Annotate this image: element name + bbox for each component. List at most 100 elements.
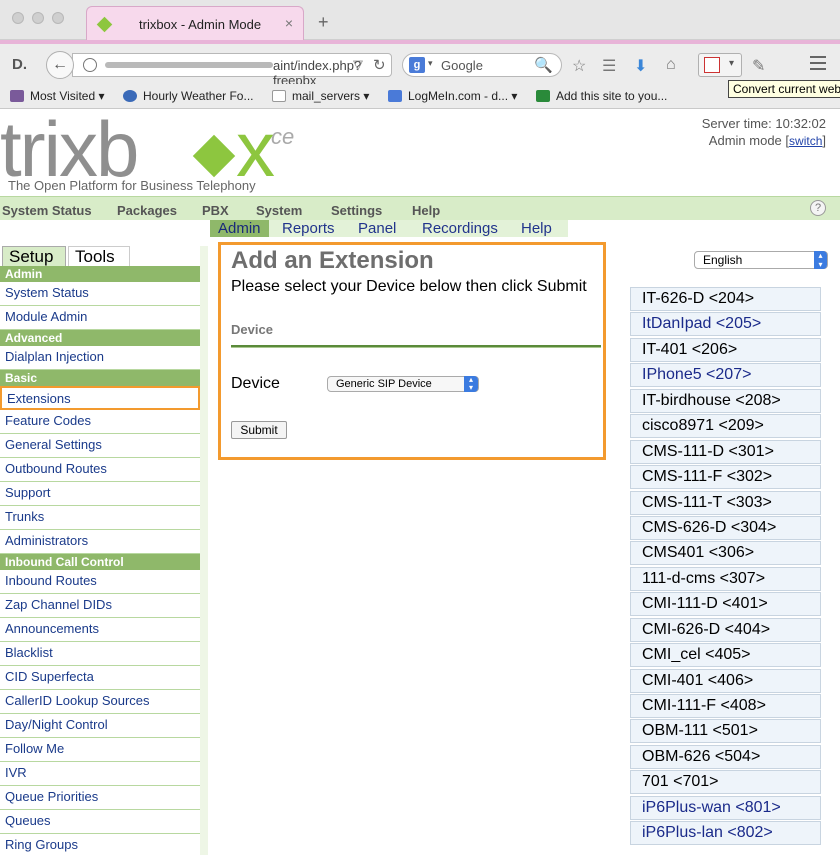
google-engine-icon[interactable]: g [409, 57, 425, 73]
trixbox-logo-x: x [236, 105, 275, 193]
nav-pbx[interactable]: PBX [202, 203, 229, 218]
device-select[interactable]: Generic SIP Device ▴ ▾ [327, 376, 479, 392]
sidebar-item-cid-superfecta[interactable]: CID Superfecta [0, 666, 200, 690]
switch-link[interactable]: switch [789, 134, 822, 148]
sidebar-item-extensions[interactable]: Extensions [0, 386, 200, 410]
url-bar[interactable]: aint/index.php?freepbx ▽ ↻ [72, 53, 392, 88]
sidebar-item-support[interactable]: Support [0, 482, 200, 506]
search-bar[interactable]: g ▾ Google 🔍 [402, 53, 562, 77]
help-icon[interactable]: ? [810, 200, 826, 216]
sidebar-item-inbound-routes[interactable]: Inbound Routes [0, 570, 200, 594]
tab-tools[interactable]: Tools [68, 246, 130, 266]
extension-list-item[interactable]: 701 <701> [630, 770, 821, 795]
extension-list-item[interactable]: OBM-626 <504> [630, 744, 821, 769]
subnav-reports[interactable]: Reports [274, 220, 343, 237]
sidebar-item-follow-me[interactable]: Follow Me [0, 738, 200, 762]
sidebar-item-callerid-lookup-sources[interactable]: CallerID Lookup Sources [0, 690, 200, 714]
bookmark-star-icon[interactable]: ☆ [572, 56, 586, 76]
bookmark-most-visited[interactable]: Most Visited ▾ [10, 89, 105, 103]
sidebar-item-day-night-control[interactable]: Day/Night Control [0, 714, 200, 738]
sidebar-item-feature-codes[interactable]: Feature Codes [0, 410, 200, 434]
sidebar-item-announcements[interactable]: Announcements [0, 618, 200, 642]
extension-list-item[interactable]: cisco8971 <209> [630, 414, 821, 439]
sidebar-item-blacklist[interactable]: Blacklist [0, 642, 200, 666]
bookmark-logmein[interactable]: LogMeIn.com - d... ▾ [388, 89, 517, 103]
home-icon[interactable]: ⌂ [666, 56, 676, 74]
extension-list-item[interactable]: IPhone5 <207> [630, 363, 821, 388]
extension-list-item[interactable]: CMS401 <306> [630, 541, 821, 566]
extension-list-item[interactable]: IT-birdhouse <208> [630, 388, 821, 413]
nav-system-status[interactable]: System Status [2, 203, 92, 218]
reload-icon[interactable]: ↻ [373, 56, 386, 74]
bookmark-label: Add this site to you... [556, 89, 668, 103]
chevron-down-icon: ▾ [98, 89, 105, 103]
extension-list-item[interactable]: CMI-111-D <401> [630, 592, 821, 617]
minimize-window-button[interactable] [32, 12, 44, 24]
extension-list-item[interactable]: CMS-111-D <301> [630, 439, 821, 464]
sidebar-item-queue-priorities[interactable]: Queue Priorities [0, 786, 200, 810]
extension-list-item[interactable]: CMS-111-F <302> [630, 465, 821, 490]
tab-close-icon[interactable]: × [285, 15, 293, 31]
sidebar-item-module-admin[interactable]: Module Admin [0, 306, 200, 330]
extension-list-item[interactable]: CMI_cel <405> [630, 643, 821, 668]
subnav-help[interactable]: Help [513, 220, 560, 237]
main-nav: System Status Packages PBX System Settin… [0, 196, 840, 220]
bookmark-add-site[interactable]: Add this site to you... [536, 89, 667, 103]
extension-list-item[interactable]: CMI-401 <406> [630, 668, 821, 693]
submit-button[interactable]: Submit [231, 421, 287, 439]
extension-list-item[interactable]: CMI-111-F <408> [630, 694, 821, 718]
engine-chevron-icon[interactable]: ▾ [428, 58, 433, 69]
extension-list-item[interactable]: IT-626-D <204> [630, 287, 821, 311]
extension-list-item[interactable]: CMI-626-D <404> [630, 617, 821, 642]
extension-list-item[interactable]: OBM-111 <501> [630, 719, 821, 744]
developer-tools-icon[interactable]: ✎ [752, 56, 765, 76]
sidebar-item-dialplan-injection[interactable]: Dialplan Injection [0, 346, 200, 370]
sidebar-item-ivr[interactable]: IVR [0, 762, 200, 786]
sidebar-section-heading: Basic [0, 370, 200, 386]
nav-help[interactable]: Help [412, 203, 440, 218]
url-redacted [105, 62, 273, 68]
search-icon[interactable]: 🔍 [534, 56, 553, 74]
language-select[interactable]: English ▴ ▾ [694, 251, 828, 269]
subnav-admin[interactable]: Admin [210, 220, 269, 237]
folder-icon [10, 90, 24, 102]
close-window-button[interactable] [12, 12, 24, 24]
extension-list-item[interactable]: 111-d-cms <307> [630, 566, 821, 591]
subnav-panel[interactable]: Panel [350, 220, 404, 237]
bookmark-mail-servers[interactable]: mail_servers ▾ [272, 89, 369, 103]
url-history-dropdown-icon[interactable]: ▽ [353, 57, 363, 73]
extension-list-item[interactable]: iP6Plus-wan <801> [630, 795, 821, 820]
sidebar-item-general-settings[interactable]: General Settings [0, 434, 200, 458]
sidebar-item-zap-channel-dids[interactable]: Zap Channel DIDs [0, 594, 200, 618]
menu-icon[interactable] [810, 56, 826, 74]
extension-list-item[interactable]: iP6Plus-lan <802> [630, 821, 821, 846]
sidebar-item-queues[interactable]: Queues [0, 810, 200, 834]
download-icon[interactable]: ⬇ [634, 56, 647, 76]
sidebar-item-outbound-routes[interactable]: Outbound Routes [0, 458, 200, 482]
tab-trixbox[interactable]: trixbox - Admin Mode × [86, 6, 304, 41]
new-tab-button[interactable]: + [318, 12, 329, 33]
sidebar-item-system-status[interactable]: System Status [0, 282, 200, 306]
extension-list-item[interactable]: IT-401 <206> [630, 337, 821, 362]
extension-list-item[interactable]: ItDanIpad <205> [630, 312, 821, 337]
nav-packages[interactable]: Packages [117, 203, 177, 218]
nav-system[interactable]: System [256, 203, 302, 218]
sidebar-item-ring-groups[interactable]: Ring Groups [0, 834, 200, 855]
zoom-window-button[interactable] [52, 12, 64, 24]
trixbox-logo-text: trixb [0, 105, 139, 193]
bookmark-hourly-weather[interactable]: Hourly Weather Fo... [123, 89, 253, 103]
sidebar-item-administrators[interactable]: Administrators [0, 530, 200, 554]
extension-list-item[interactable]: CMS-111-T <303> [630, 490, 821, 515]
extension-chevron-icon[interactable]: ▾ [729, 58, 734, 69]
profile-logo[interactable]: D. [12, 56, 27, 73]
nav-settings[interactable]: Settings [331, 203, 382, 218]
subnav-recordings[interactable]: Recordings [414, 220, 506, 237]
search-input[interactable]: Google [441, 58, 483, 73]
pdf-extension-button[interactable]: ▾ [698, 53, 742, 77]
tab-setup[interactable]: Setup [2, 246, 66, 266]
back-button[interactable]: ← [46, 51, 74, 79]
reading-list-icon[interactable]: ☰ [602, 56, 616, 76]
extension-list-item[interactable]: CMS-626-D <304> [630, 515, 821, 540]
sidebar-item-trunks[interactable]: Trunks [0, 506, 200, 530]
device-select-value: Generic SIP Device [336, 378, 432, 390]
